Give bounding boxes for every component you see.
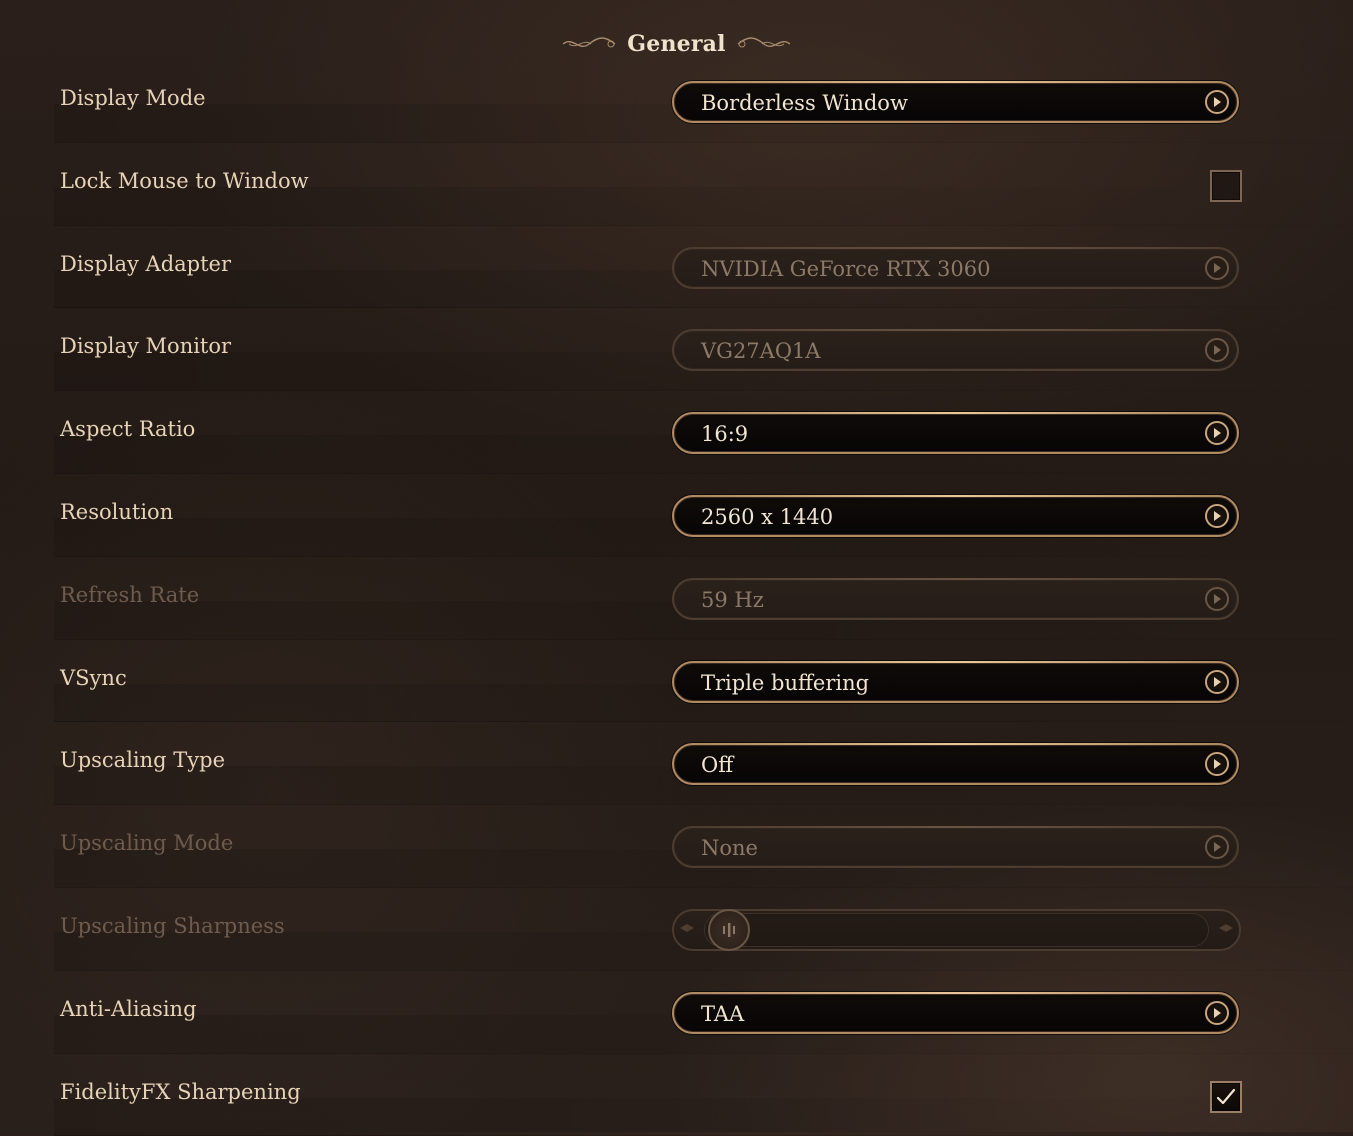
dropdown-value: Triple buffering [701,670,870,695]
setting-label: Upscaling Mode [60,831,234,856]
display-mode-dropdown[interactable]: Borderless Window [672,81,1239,123]
flourish-icon [562,37,616,48]
flourish-icon [737,37,791,48]
setting-row-display-adapter: Display Adapter NVIDIA GeForce RTX 3060 [0,226,1353,309]
setting-label: Upscaling Type [60,748,226,773]
setting-row-display-monitor: Display Monitor VG27AQ1A [0,308,1353,391]
setting-row-fidelityfx-sharpening: FidelityFX Sharpening [0,1054,1353,1136]
section-title: General [627,31,726,57]
setting-row-vsync: VSync Triple buffering [0,640,1353,723]
setting-label: Anti-Aliasing [60,996,197,1021]
right-arrow-icon [1205,835,1229,860]
display-adapter-dropdown: NVIDIA GeForce RTX 3060 [672,246,1239,289]
slider-left-cap-icon [680,923,694,932]
setting-label: Aspect Ratio [60,417,196,442]
dropdown-value: TAA [701,1001,745,1026]
setting-label: Resolution [60,499,174,524]
setting-label: Display Mode [60,86,206,110]
aspect-ratio-dropdown[interactable]: 16:9 [672,412,1239,455]
setting-label: Upscaling Sharpness [60,913,285,938]
right-arrow-icon [1205,255,1229,280]
setting-row-upscaling-mode: Upscaling Mode None [0,805,1353,888]
upscaling-mode-dropdown: None [672,826,1239,869]
lock-mouse-checkbox[interactable] [1210,169,1242,202]
right-arrow-icon[interactable] [1205,90,1229,114]
dropdown-value: 59 Hz [701,587,764,612]
dropdown-value: Off [701,753,734,778]
dropdown-value: VG27AQ1A [701,339,821,364]
setting-label: Display Adapter [60,251,232,276]
setting-label: FidelityFX Sharpening [60,1079,301,1104]
slider-handle-icon [708,908,750,951]
display-monitor-dropdown: VG27AQ1A [672,329,1239,372]
anti-aliasing-dropdown[interactable]: TAA [672,991,1239,1034]
dropdown-value: 2560 x 1440 [701,504,834,529]
settings-list: Display Mode Borderless Window Lock Mous… [0,60,1353,1136]
dropdown-value: NVIDIA GeForce RTX 3060 [701,256,991,281]
resolution-dropdown[interactable]: 2560 x 1440 [672,494,1239,537]
right-arrow-icon[interactable] [1205,669,1229,694]
setting-row-resolution: Resolution 2560 x 1440 [0,474,1353,557]
setting-row-lock-mouse: Lock Mouse to Window [0,143,1353,226]
dropdown-value: Borderless Window [701,91,908,115]
right-arrow-icon[interactable] [1205,1000,1229,1025]
upscaling-sharpness-slider [672,908,1241,951]
slider-inner-track [704,912,1209,947]
right-arrow-icon [1205,338,1229,363]
setting-row-display-mode: Display Mode Borderless Window [0,60,1353,143]
fidelityfx-sharpening-checkbox[interactable] [1210,1080,1242,1113]
checkmark-icon [1216,1088,1236,1104]
setting-row-aspect-ratio: Aspect Ratio 16:9 [0,391,1353,474]
dropdown-value: 16:9 [701,422,749,447]
right-arrow-icon[interactable] [1205,752,1229,777]
right-arrow-icon[interactable] [1205,503,1229,528]
setting-label: Display Monitor [60,334,232,359]
slider-right-cap-icon [1219,923,1233,932]
refresh-rate-dropdown: 59 Hz [672,577,1239,620]
setting-label: Refresh Rate [60,582,200,607]
right-arrow-icon [1205,586,1229,611]
setting-row-refresh-rate: Refresh Rate 59 Hz [0,557,1353,640]
upscaling-type-dropdown[interactable]: Off [672,743,1239,786]
setting-row-upscaling-type: Upscaling Type Off [0,722,1353,805]
setting-row-anti-aliasing: Anti-Aliasing TAA [0,971,1353,1054]
setting-row-upscaling-sharpness: Upscaling Sharpness [0,888,1353,971]
right-arrow-icon[interactable] [1205,421,1229,446]
setting-label: Lock Mouse to Window [60,168,309,193]
setting-label: VSync [60,665,127,690]
dropdown-value: None [701,836,758,861]
vsync-dropdown[interactable]: Triple buffering [672,660,1239,703]
section-header: General [0,26,1353,62]
